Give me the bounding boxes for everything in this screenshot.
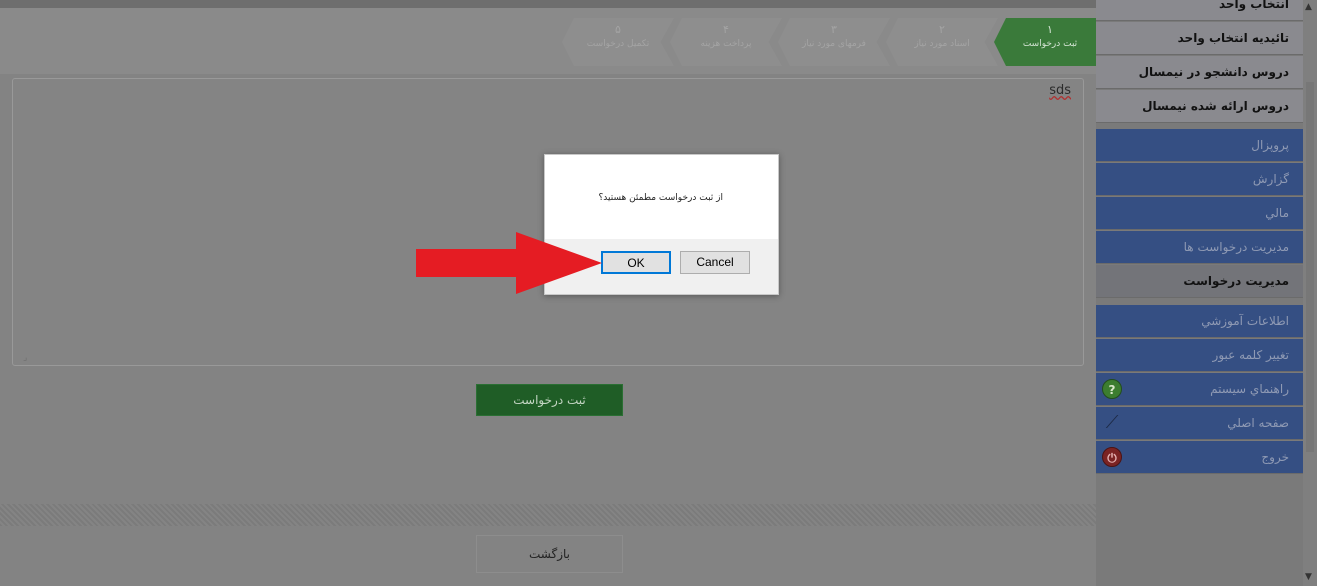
sidebar-item-report[interactable]: گزارش	[1096, 163, 1303, 196]
sidebar-item-unit-selection[interactable]: انتخاب واحد	[1096, 0, 1303, 21]
cancel-button[interactable]: Cancel	[680, 251, 750, 274]
scrollbar-thumb[interactable]	[1306, 82, 1314, 452]
divider-hatch	[0, 504, 1096, 526]
back-button[interactable]: بازگشت	[476, 535, 623, 573]
help-icon: ?	[1102, 379, 1122, 399]
textarea-value: sds	[1049, 83, 1071, 98]
main-content: ۱ ثبت درخواست ۲ اسناد مورد نیاز ۳ فرمهای…	[0, 8, 1106, 586]
step-3[interactable]: ۳ فرمهای مورد نیاز	[778, 18, 890, 66]
step-1[interactable]: ۱ ثبت درخواست	[994, 18, 1106, 66]
step-label: فرمهای مورد نیاز	[802, 39, 866, 49]
step-4[interactable]: ۴ پرداخت هزینه	[670, 18, 782, 66]
dialog-message: از ثبت درخواست مطمئن هستید؟	[598, 193, 723, 203]
step-2[interactable]: ۲ اسناد مورد نیاز	[886, 18, 998, 66]
sidebar-item-exit[interactable]: ⏻ خروج	[1096, 441, 1303, 474]
sidebar-item-request-management[interactable]: مديريت درخواست	[1096, 265, 1303, 298]
power-icon: ⏻	[1102, 447, 1122, 467]
step-label: ثبت درخواست	[1022, 39, 1078, 49]
sidebar-item-unit-confirmation[interactable]: تائیدیه انتخاب واحد	[1096, 22, 1303, 55]
sidebar-item-home[interactable]: ⟋ صفحه اصلي	[1096, 407, 1303, 440]
step-label: تکمیل درخواست	[586, 39, 650, 49]
sidebar-item-student-courses[interactable]: دروس دانشجو در نیمسال	[1096, 56, 1303, 89]
red-arrow-icon	[416, 232, 602, 294]
ok-button[interactable]: OK	[601, 251, 671, 274]
sidebar-item-proposal[interactable]: پروپزال	[1096, 129, 1303, 162]
sidebar: انتخاب واحد تائیدیه انتخاب واحد دروس دان…	[1096, 0, 1303, 586]
step-label: اسناد مورد نیاز	[914, 39, 970, 49]
sidebar-item-change-password[interactable]: تغيير كلمه عبور	[1096, 339, 1303, 372]
step-5[interactable]: ۵ تکمیل درخواست	[562, 18, 674, 66]
sidebar-item-offered-courses[interactable]: دروس ارائه شده نیمسال	[1096, 90, 1303, 123]
scroll-up-icon[interactable]: ▲	[1305, 2, 1312, 12]
submit-request-button[interactable]: ثبت درخواست	[476, 384, 623, 416]
sidebar-item-educational-info[interactable]: اطلاعات آموزشي	[1096, 305, 1303, 338]
home-icon: ⟋	[1105, 412, 1119, 433]
steps-bar: ۱ ثبت درخواست ۲ اسناد مورد نیاز ۳ فرمهای…	[0, 8, 1106, 74]
sidebar-item-system-help[interactable]: ? راهنماي سيستم	[1096, 373, 1303, 406]
sidebar-item-requests-management[interactable]: مديريت درخواست ها	[1096, 231, 1303, 264]
resize-handle[interactable]: ⌟	[23, 353, 27, 363]
sidebar-item-finance[interactable]: مالي	[1096, 197, 1303, 230]
scroll-down-icon[interactable]: ▼	[1305, 572, 1312, 582]
step-label: پرداخت هزینه	[700, 39, 752, 49]
